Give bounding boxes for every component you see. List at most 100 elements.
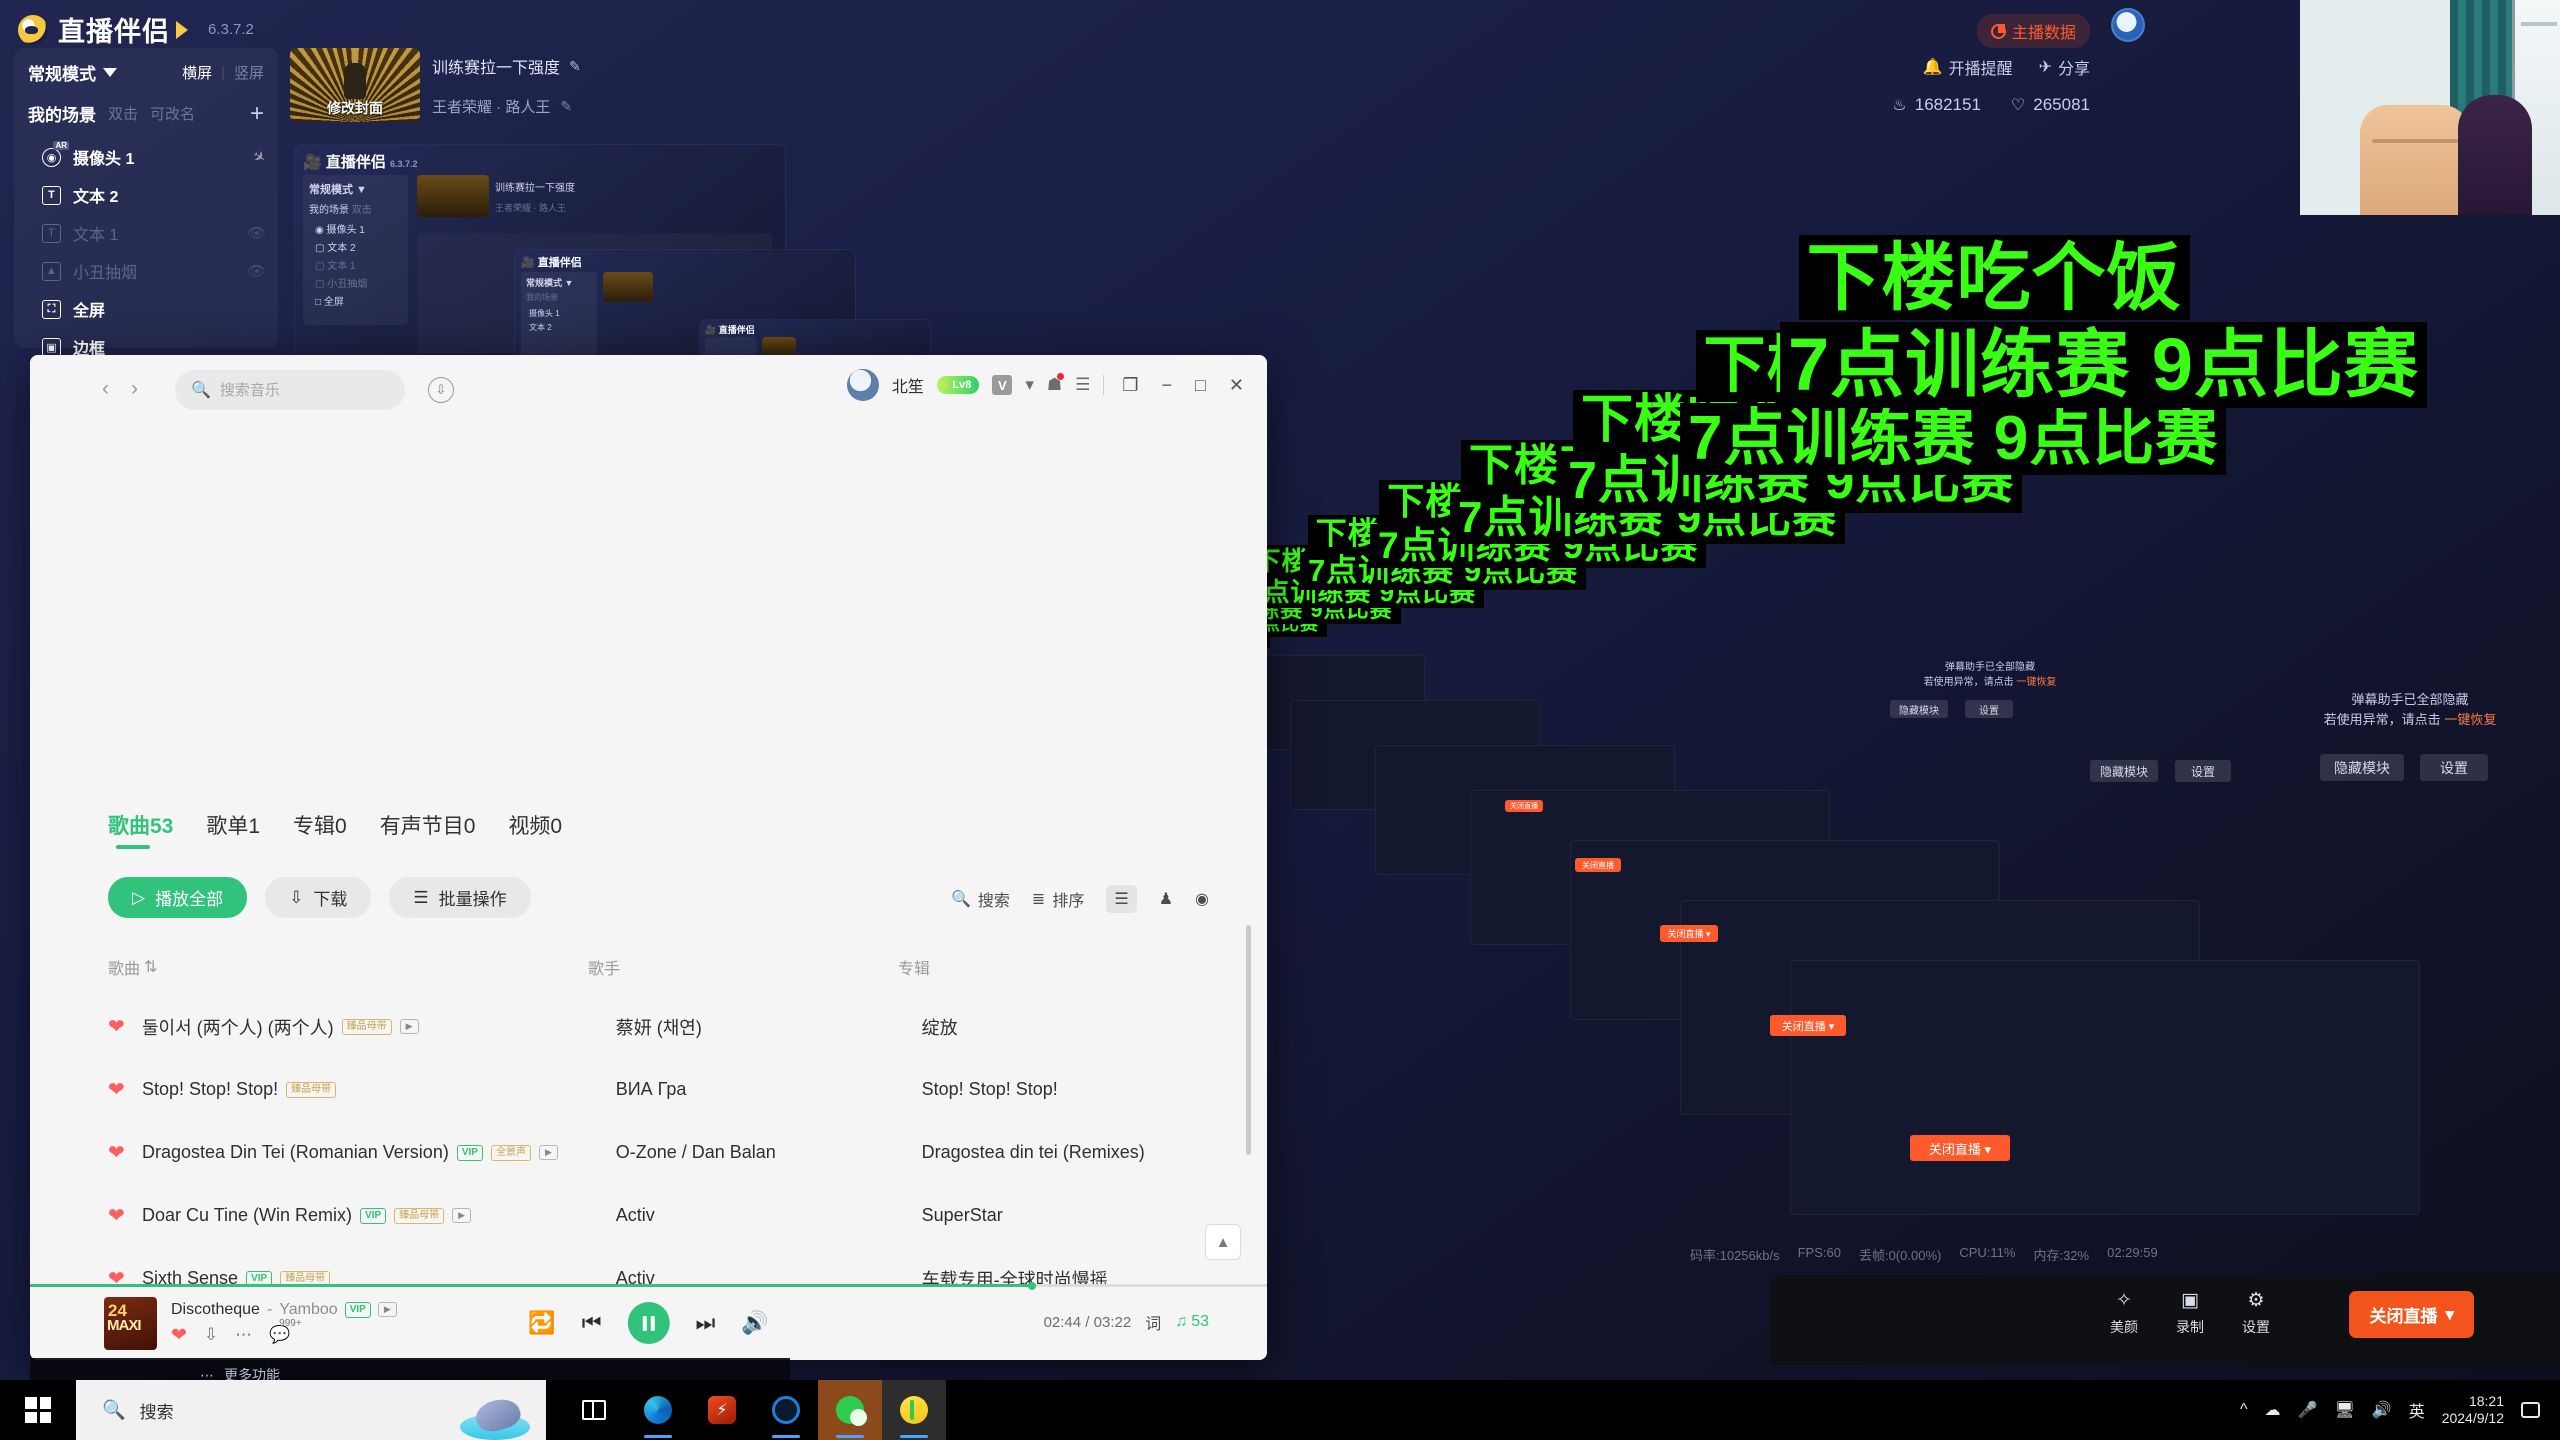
table-row[interactable]: ❤ 둘이서 (两个人) (两个人) 臻品母带 ▶ 蔡妍 (채연) 绽放	[108, 995, 1198, 1058]
eye-off-icon[interactable]: 👁	[247, 224, 266, 242]
taskbar-app-wechat[interactable]	[818, 1380, 882, 1440]
progress-knob[interactable]	[1027, 1282, 1036, 1290]
list-scrollbar[interactable]	[1246, 925, 1251, 1155]
mv-badge[interactable]: ▶	[452, 1208, 472, 1223]
clock[interactable]: 18:21 2024/9/12	[2442, 1393, 2504, 1428]
artist-cell[interactable]: O-Zone / Dan Balan	[616, 1142, 922, 1163]
hide-module-chip-3[interactable]: 隐藏模块	[2320, 754, 2404, 781]
mv-badge[interactable]: ▶	[538, 1145, 558, 1160]
edit-tags-icon[interactable]: ✎	[560, 98, 572, 115]
download-icon[interactable]: ⇩	[204, 1325, 218, 1345]
play-all-button[interactable]: ▷ 播放全部	[108, 877, 248, 918]
stream-reminder-button[interactable]: 🔔 开播提醒	[1923, 55, 2013, 79]
forward-button[interactable]: ›	[131, 377, 138, 401]
cover-thumbnail[interactable]: 修改封面	[290, 48, 420, 122]
close-live-button[interactable]: 关闭直播 ▾	[2349, 1291, 2474, 1338]
volume-icon[interactable]: 🔊	[2372, 1400, 2392, 1420]
add-scene-button[interactable]: +	[250, 101, 264, 126]
album-cell[interactable]: Stop! Stop! Stop!	[922, 1079, 1198, 1100]
mv-badge[interactable]: ▶	[377, 1302, 397, 1317]
favorite-icon[interactable]: ❤	[108, 1077, 142, 1102]
back-to-top-button[interactable]: ▲	[1205, 1224, 1241, 1260]
minimize-button[interactable]: −	[1157, 375, 1178, 396]
pin-icon[interactable]: ✈	[249, 146, 270, 168]
onedrive-icon[interactable]: ☁	[2265, 1400, 2281, 1420]
album-view-toggle[interactable]: ◉	[1195, 889, 1209, 909]
tab-item[interactable]: 有声节目0	[380, 810, 476, 849]
favorite-icon[interactable]: ❤	[108, 1014, 142, 1039]
lyrics-button[interactable]: 词	[1145, 1310, 1161, 1334]
tab-item[interactable]: 视频0	[508, 810, 562, 849]
search-tool[interactable]: 🔍 搜索	[951, 887, 1010, 911]
record-button[interactable]: ▣ 录制	[2176, 1289, 2204, 1337]
artist-view-toggle[interactable]: ♟	[1159, 889, 1173, 909]
previous-button[interactable]: ⏮	[582, 1310, 602, 1336]
settings-button[interactable]: ⚙ 设置	[2242, 1289, 2270, 1337]
layer-item[interactable]: ⛶ 全屏	[24, 290, 278, 328]
album-cell[interactable]: 绽放	[922, 1014, 1198, 1040]
restore-all-link[interactable]: 一键恢复	[2444, 712, 2496, 727]
restore-link-small-1[interactable]: 一键恢复	[2016, 677, 2056, 688]
favorite-icon[interactable]: ❤	[171, 1324, 187, 1347]
vip-crown-icon[interactable]: V	[992, 375, 1013, 395]
mv-badge[interactable]: ▶	[399, 1019, 419, 1034]
orientation-toggle[interactable]: 横屏 | 竖屏	[182, 62, 264, 83]
task-view-button[interactable]	[562, 1380, 626, 1440]
maximize-button[interactable]: □	[1190, 375, 1211, 396]
taskbar-app-thunder[interactable]: ⚡	[690, 1380, 754, 1440]
anchor-data-button[interactable]: 主播数据	[1976, 14, 2090, 48]
table-row[interactable]: ❤ Dragostea Din Tei (Romanian Version) VIP…	[108, 1121, 1198, 1184]
taskbar-app-qq-music[interactable]	[882, 1380, 946, 1440]
album-cell[interactable]: Dragostea din tei (Remixes)	[922, 1142, 1198, 1163]
beauty-button[interactable]: ✧ 美颜	[2110, 1289, 2138, 1337]
taskbar-app-edge[interactable]	[626, 1380, 690, 1440]
download-manager-icon[interactable]: ⇩	[428, 377, 454, 403]
layer-item[interactable]: T 文本 2	[24, 176, 278, 214]
artist-cell[interactable]: 蔡妍 (채연)	[616, 1014, 922, 1040]
column-song[interactable]: 歌曲 ⇅	[108, 955, 588, 979]
settings-chip-3[interactable]: 设置	[2420, 754, 2488, 781]
download-button[interactable]: ⇩ 下载	[265, 877, 372, 918]
comments-icon[interactable]: 💬 999+	[269, 1318, 302, 1345]
search-input[interactable]	[219, 381, 389, 399]
chevron-down-icon[interactable]: ▾	[1025, 375, 1034, 395]
tab-item[interactable]: 专辑0	[293, 810, 347, 849]
microphone-icon[interactable]: 🎤	[2298, 1400, 2318, 1420]
tab-item[interactable]: 歌单1	[206, 810, 260, 849]
album-cell[interactable]: SuperStar	[922, 1205, 1198, 1226]
pause-button[interactable]	[627, 1302, 670, 1344]
sort-tool[interactable]: ≣ 排序	[1032, 887, 1084, 911]
table-row[interactable]: ❤ Doar Cu Tine (Win Remix) VIP 臻品母带 ▶ Activ Su…	[108, 1184, 1198, 1247]
search-box[interactable]: 🔍	[175, 370, 405, 410]
batch-operations-button[interactable]: ☰ 批量操作	[389, 877, 531, 918]
eye-off-icon[interactable]: 👁	[247, 262, 266, 280]
layer-item[interactable]: T 文本 1 👁	[24, 214, 278, 252]
play-queue-button[interactable]: ♫ 53	[1175, 1313, 1209, 1331]
landscape-option[interactable]: 横屏	[182, 62, 212, 83]
taskbar-search[interactable]: 🔍 搜索	[76, 1380, 546, 1440]
show-hidden-icons-button[interactable]: ^	[2240, 1401, 2248, 1419]
taskbar-app-browser[interactable]	[754, 1380, 818, 1440]
favorite-icon[interactable]: ❤	[108, 1140, 142, 1165]
repeat-icon[interactable]: 🔁	[528, 1310, 555, 1336]
edit-title-icon[interactable]: ✎	[569, 58, 581, 75]
album-art[interactable]: 24 MAXI	[104, 1297, 157, 1350]
mini-mode-icon[interactable]: ❐	[1117, 375, 1143, 396]
layer-item[interactable]: ▲ 小丑抽烟 👁	[24, 252, 278, 290]
display-icon[interactable]: 🖥	[2334, 1400, 2354, 1420]
portrait-option[interactable]: 竖屏	[234, 62, 264, 83]
tab-songs[interactable]: 歌曲53	[108, 810, 173, 849]
list-view-toggle[interactable]: ☰	[1106, 885, 1137, 913]
close-button[interactable]: ✕	[1224, 375, 1249, 396]
more-icon[interactable]: ⋯	[235, 1325, 252, 1345]
table-row[interactable]: ❤ Stop! Stop! Stop! 臻品母带 ВИА Гра Stop! Stop!…	[108, 1058, 1198, 1121]
streamer-avatar[interactable]	[2111, 8, 2145, 42]
gift-icon[interactable]: ☗	[1047, 373, 1065, 395]
share-button[interactable]: ✈ 分享	[2039, 55, 2090, 79]
mode-selector[interactable]: 常规模式	[28, 60, 117, 85]
progress-track[interactable]	[30, 1282, 1267, 1290]
artist-cell[interactable]: ВИА Гра	[616, 1079, 922, 1100]
avatar[interactable]	[846, 369, 879, 401]
back-button[interactable]: ‹	[102, 377, 109, 401]
notification-center-button[interactable]	[2521, 1402, 2540, 1418]
